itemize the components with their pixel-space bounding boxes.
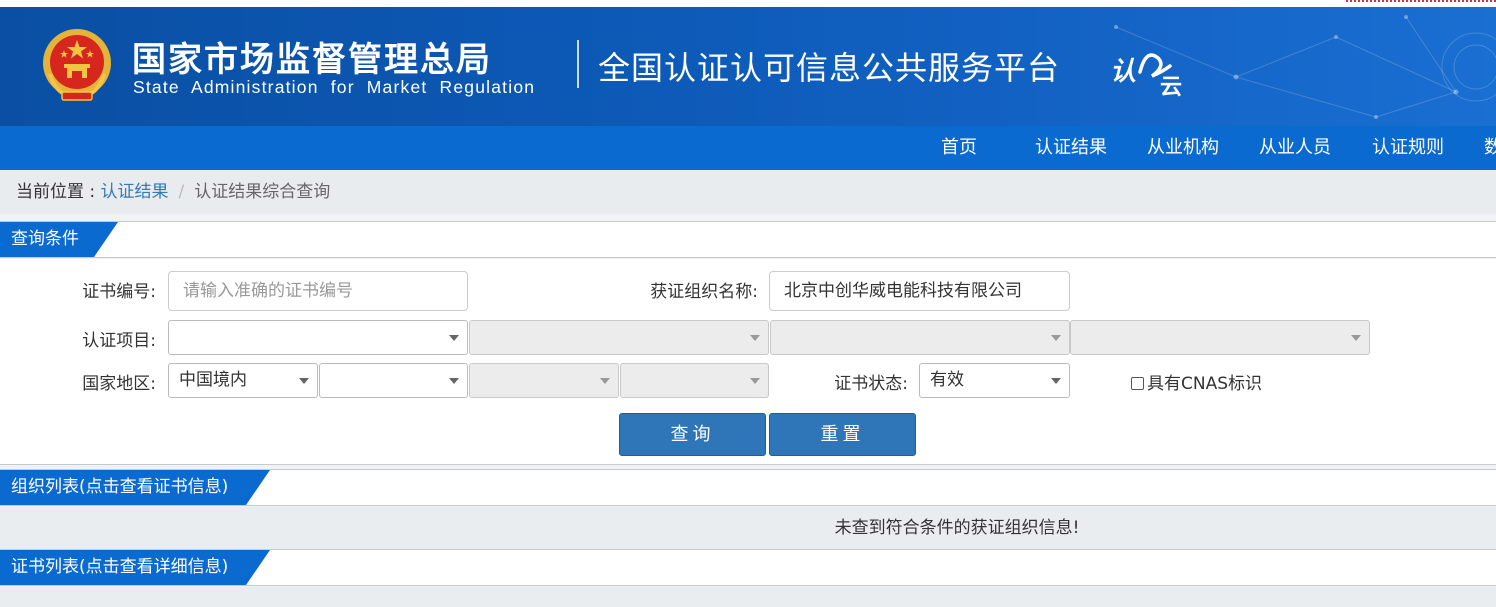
chevron-down-icon xyxy=(299,378,309,384)
breadcrumb-current: 认证结果综合查询 xyxy=(194,182,331,202)
chevron-down-icon xyxy=(750,378,760,384)
banner-top-decoration xyxy=(1346,0,1496,4)
org-name-input[interactable]: 北京中创华威电能科技有限公司 xyxy=(769,271,1070,311)
status-select[interactable]: 有效 xyxy=(919,363,1070,398)
query-panel-header: 查询条件 xyxy=(0,221,1496,258)
main-nav: 首页 认证结果 从业机构 从业人员 认证规则 数 xyxy=(0,126,1496,170)
search-button[interactable]: 查询 xyxy=(619,413,766,456)
chevron-down-icon xyxy=(1351,335,1361,341)
region-select-city[interactable] xyxy=(469,363,619,398)
nav-item-institutions[interactable]: 从业机构 xyxy=(1147,126,1219,170)
breadcrumb-prefix: 当前位置 : xyxy=(16,182,101,202)
project-select-1[interactable] xyxy=(168,320,468,355)
org-list-empty-message: 未查到符合条件的获证组织信息! xyxy=(0,507,1496,549)
query-panel-title: 查询条件 xyxy=(0,222,118,257)
chevron-down-icon xyxy=(449,378,459,384)
project-select-4[interactable] xyxy=(1070,320,1370,355)
project-label: 认证项目: xyxy=(82,331,156,351)
breadcrumb-separator: / xyxy=(178,182,185,202)
org-list-header: 组织列表(点击查看证书信息) xyxy=(0,469,1496,506)
reset-button[interactable]: 重置 xyxy=(769,413,916,456)
agency-name-cn: 国家市场监督管理总局 xyxy=(132,40,492,80)
org-list-title: 组织列表(点击查看证书信息) xyxy=(0,470,270,505)
banner-top-line xyxy=(0,0,1496,7)
chevron-down-icon xyxy=(1051,335,1061,341)
region-select-value: 中国境内 xyxy=(179,370,247,390)
status-label: 证书状态: xyxy=(834,374,908,394)
region-label: 国家地区: xyxy=(82,374,156,394)
region-select-district[interactable] xyxy=(620,363,769,398)
project-select-3[interactable] xyxy=(770,320,1070,355)
cert-no-input[interactable]: 请输入准确的证书编号 xyxy=(168,271,468,311)
cnas-checkbox[interactable] xyxy=(1131,377,1144,390)
org-name-label: 获证组织名称: xyxy=(650,282,758,302)
chevron-down-icon xyxy=(449,335,459,341)
chevron-down-icon xyxy=(600,378,610,384)
status-select-value: 有效 xyxy=(930,370,964,390)
chevron-down-icon xyxy=(1051,378,1061,384)
svg-text:认: 认 xyxy=(1110,57,1136,87)
brand-divider xyxy=(577,40,579,88)
nav-item-personnel[interactable]: 从业人员 xyxy=(1259,126,1331,170)
cnas-label: 具有CNAS标识 xyxy=(1147,374,1263,394)
chevron-down-icon xyxy=(750,335,760,341)
nav-item-cert-results[interactable]: 认证结果 xyxy=(1035,126,1107,170)
breadcrumb-link-cert-results[interactable]: 认证结果 xyxy=(101,182,169,202)
platform-title: 全国认证认可信息公共服务平台 xyxy=(598,49,1061,87)
cert-list-body xyxy=(0,587,1496,607)
national-emblem-icon xyxy=(43,29,111,101)
cert-list-header: 证书列表(点击查看详细信息) xyxy=(0,549,1496,586)
site-banner: 国家市场监督管理总局 State Administration for Mark… xyxy=(0,0,1496,126)
nav-item-data[interactable]: 数 xyxy=(1484,126,1496,170)
breadcrumb: 当前位置 : 认证结果 / 认证结果综合查询 xyxy=(0,170,1496,214)
agency-name-en: State Administration for Market Regulati… xyxy=(133,77,536,97)
region-select-province[interactable] xyxy=(319,363,468,398)
project-select-2[interactable] xyxy=(469,320,769,355)
platform-logo-icon: 认 云 xyxy=(1110,53,1182,98)
cert-list-title: 证书列表(点击查看详细信息) xyxy=(0,550,270,585)
nav-item-cert-rules[interactable]: 认证规则 xyxy=(1372,126,1444,170)
nav-item-home[interactable]: 首页 xyxy=(941,126,977,170)
cnas-checkbox-wrapper[interactable]: 具有CNAS标识 xyxy=(1131,372,1262,396)
region-select-country[interactable]: 中国境内 xyxy=(168,363,318,398)
cert-no-label: 证书编号: xyxy=(82,282,156,302)
svg-text:云: 云 xyxy=(1160,75,1182,98)
